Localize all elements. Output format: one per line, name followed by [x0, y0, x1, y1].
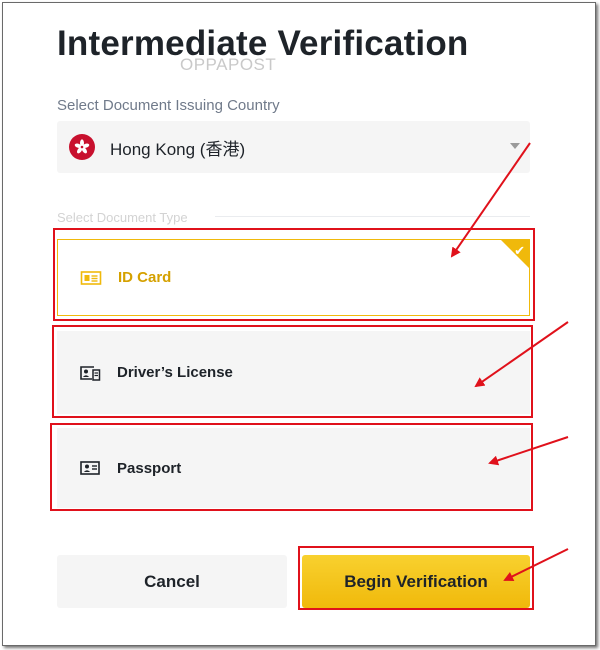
id-card-icon: [80, 269, 102, 287]
option-label: Driver’s License: [117, 364, 233, 381]
hong-kong-flag-icon: [69, 134, 95, 160]
country-label: Select Document Issuing Country: [57, 97, 280, 114]
selected-country: Hong Kong (香港): [110, 139, 246, 159]
option-label: ID Card: [118, 269, 172, 286]
passport-icon: [79, 459, 101, 477]
divider: [215, 216, 530, 217]
option-label: Passport: [117, 459, 182, 477]
country-select[interactable]: Hong Kong (香港): [57, 121, 530, 173]
document-type-label: Select Document Type: [57, 210, 188, 225]
begin-verification-button[interactable]: Begin Verification: [302, 555, 530, 608]
option-passport[interactable]: Passport: [57, 428, 530, 508]
watermark: OPPAPOST: [180, 55, 277, 74]
option-drivers-license[interactable]: Driver’s License: [57, 331, 530, 414]
checkmark-icon: ✔: [514, 243, 525, 258]
option-id-card[interactable]: ID Card ✔: [57, 239, 530, 316]
chevron-down-icon[interactable]: [510, 143, 520, 149]
cancel-button[interactable]: Cancel: [57, 555, 287, 608]
drivers-license-icon: [79, 364, 101, 382]
